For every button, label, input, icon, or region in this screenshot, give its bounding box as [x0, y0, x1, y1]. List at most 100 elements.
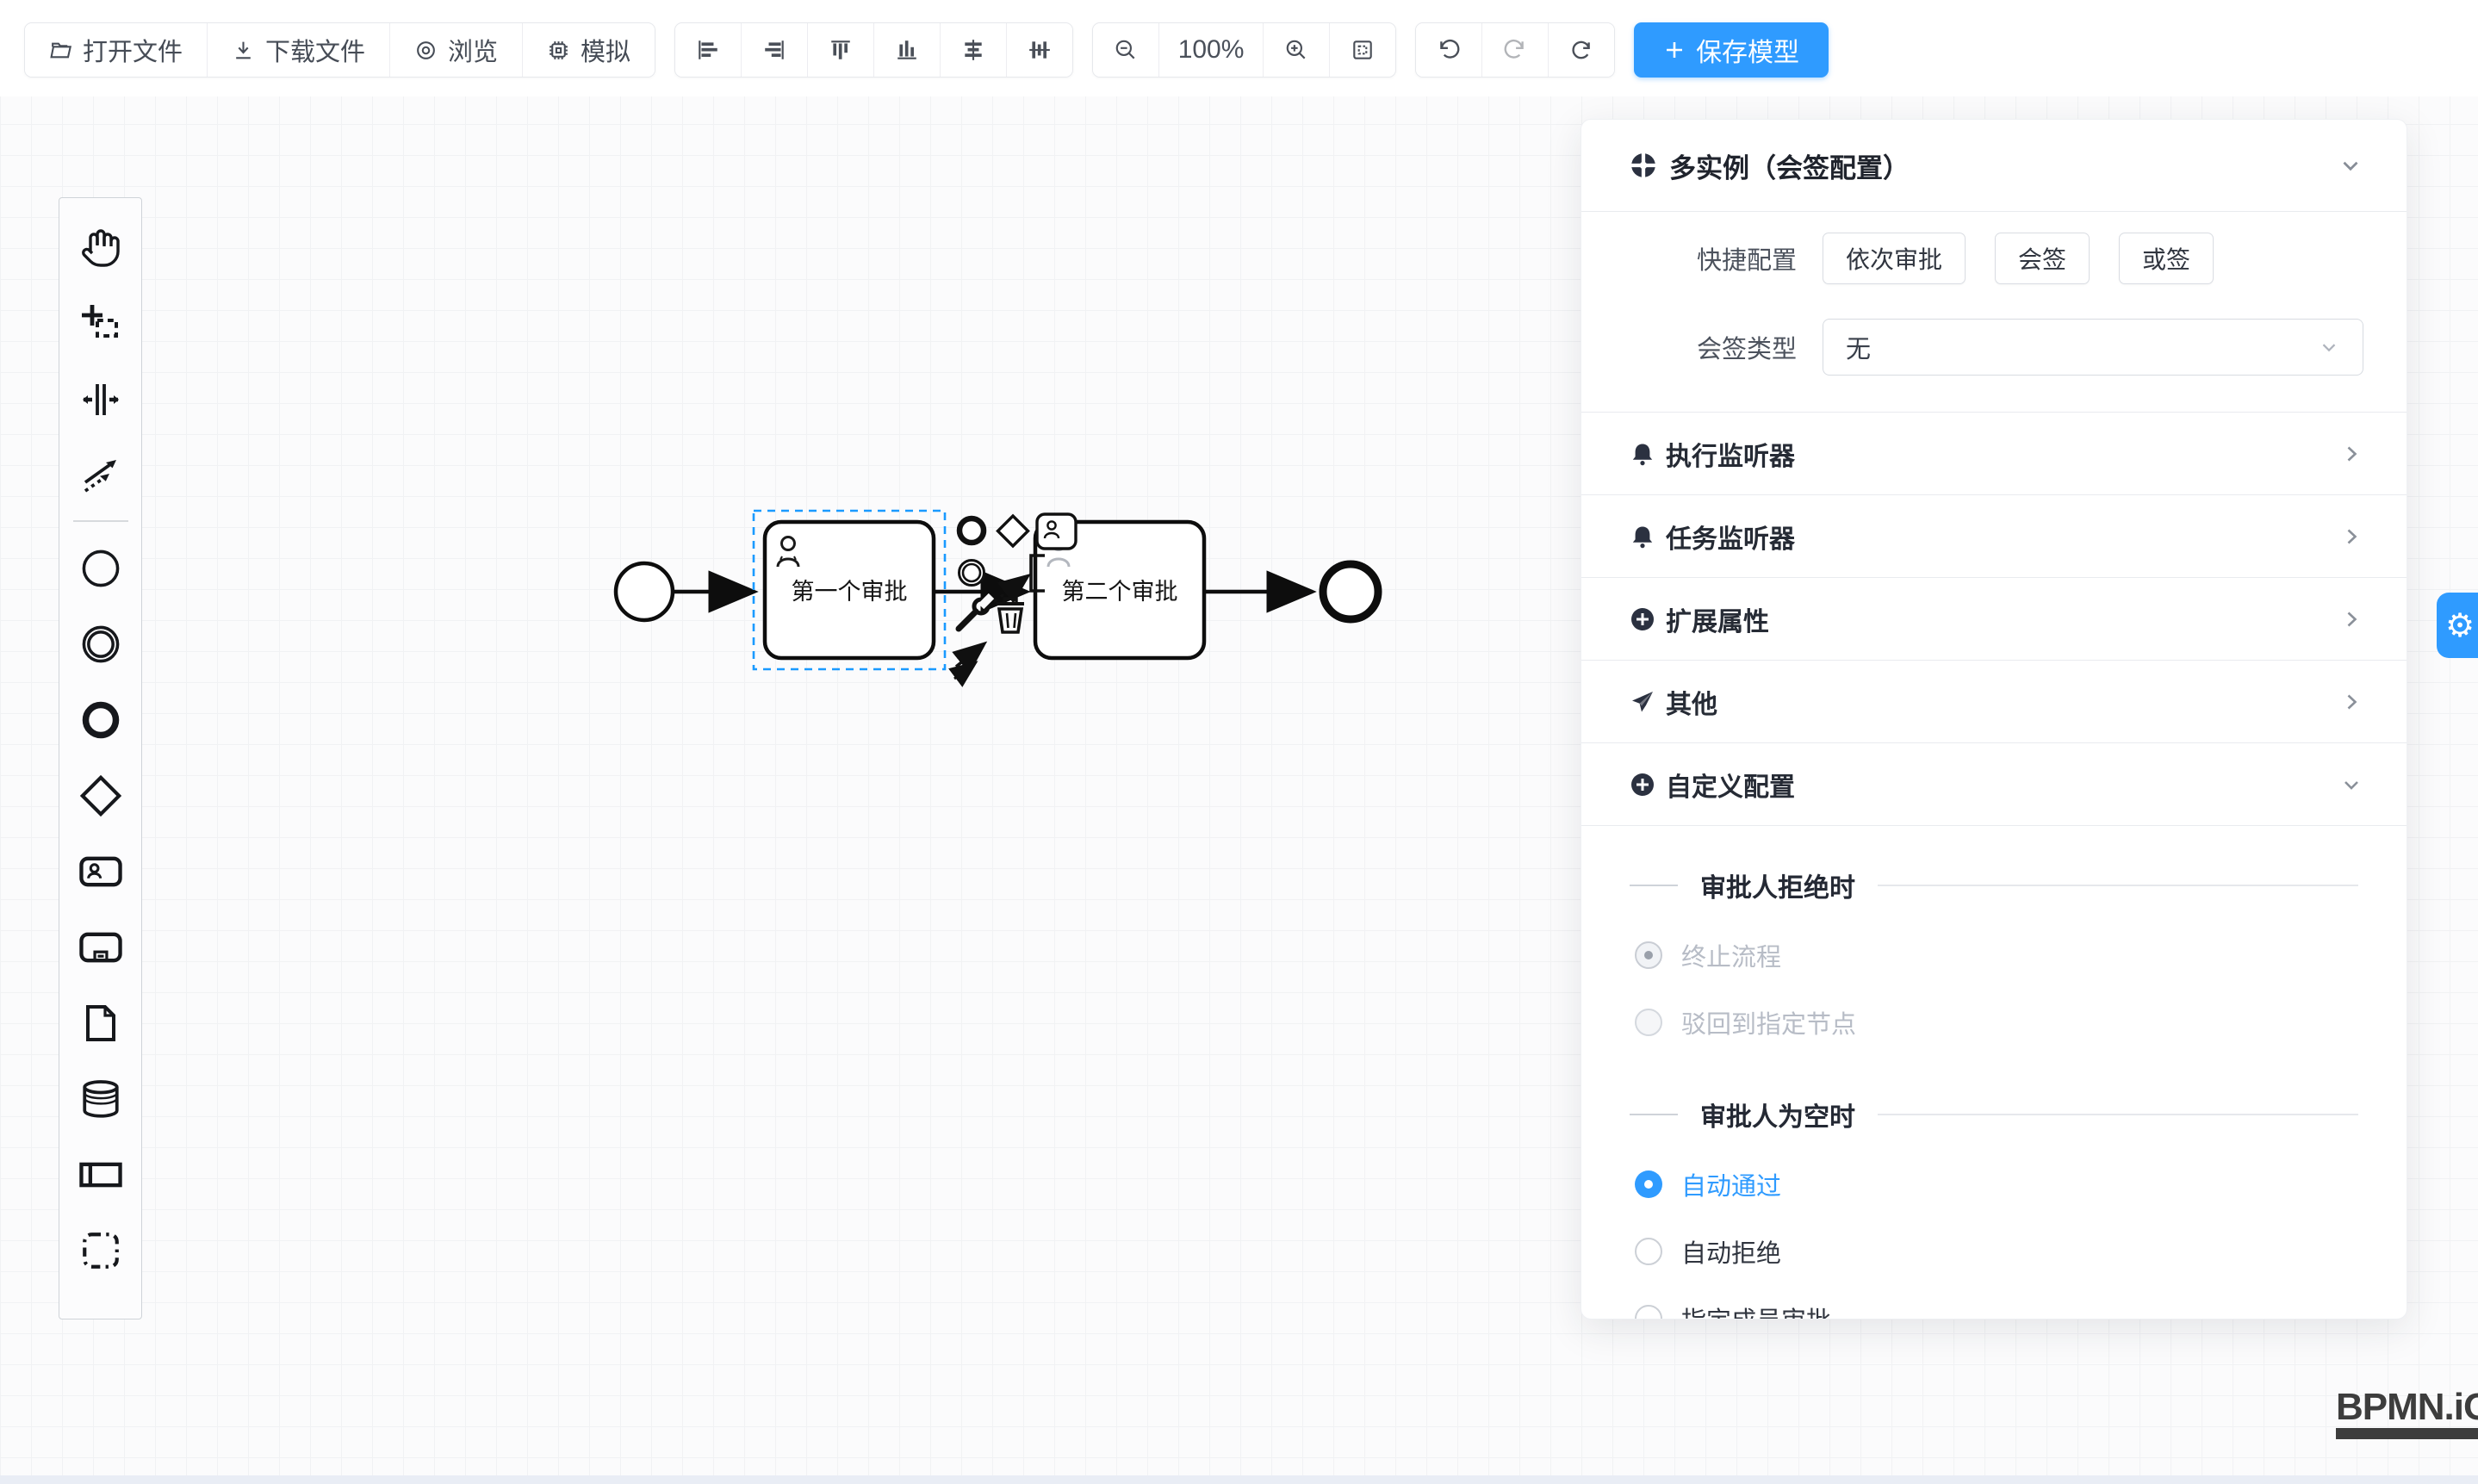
- zoom-in-button[interactable]: [1264, 23, 1330, 77]
- open-file-button[interactable]: 打开文件: [25, 23, 208, 77]
- append-user-task[interactable]: [1037, 514, 1076, 549]
- chevron-right-icon: [2339, 525, 2363, 549]
- align-left-button[interactable]: [675, 23, 742, 77]
- create-intermediate-event[interactable]: [68, 606, 134, 682]
- chevron-down-icon[interactable]: [2338, 152, 2363, 178]
- intermediate-event-icon: [79, 623, 122, 666]
- align-left-icon: [696, 38, 720, 62]
- horizontal-scrollbar[interactable]: [0, 1475, 2478, 1484]
- append-end-event[interactable]: [960, 518, 984, 543]
- palette-separator: [73, 520, 128, 522]
- radio-label: 自动通过: [1681, 1166, 1781, 1202]
- undo-button[interactable]: [1416, 23, 1482, 77]
- hand-tool[interactable]: [68, 210, 134, 286]
- fit-viewport-icon: [1351, 38, 1375, 62]
- task-first-approval[interactable]: 第一个审批: [765, 522, 934, 658]
- fit-viewport-button[interactable]: [1330, 23, 1395, 77]
- create-data-store[interactable]: [68, 1061, 134, 1137]
- align-center-vertical-button[interactable]: [1007, 23, 1072, 77]
- subprocess-icon: [78, 925, 123, 970]
- simulate-button[interactable]: 模拟: [523, 23, 655, 77]
- bpmn-io-logo[interactable]: BPMN.iO: [2336, 1388, 2478, 1439]
- create-participant[interactable]: [68, 1137, 134, 1213]
- zoom-out-button[interactable]: [1093, 23, 1159, 77]
- create-subprocess[interactable]: [68, 910, 134, 985]
- align-right-button[interactable]: [742, 23, 808, 77]
- chevron-down-icon: [2318, 336, 2340, 358]
- radio-return-to-node[interactable]: 驳回到指定节点: [1635, 1002, 2407, 1043]
- radio-auto-reject[interactable]: 自动拒绝: [1635, 1231, 2407, 1272]
- plus-circle-icon: [1630, 772, 1655, 798]
- append-intermediate-event[interactable]: [960, 561, 984, 586]
- section-task-listener[interactable]: 任务监听器: [1581, 494, 2407, 577]
- create-group[interactable]: [68, 1213, 134, 1288]
- quick-option-sequential[interactable]: 依次审批: [1823, 233, 1966, 284]
- create-end-event[interactable]: [68, 682, 134, 758]
- append-gateway[interactable]: [998, 516, 1028, 546]
- section-extended-properties[interactable]: 扩展属性: [1581, 577, 2407, 660]
- save-model-button[interactable]: 保存模型: [1634, 22, 1829, 78]
- download-file-button[interactable]: 下载文件: [208, 23, 390, 77]
- radio-assign-member[interactable]: 指定成员审批: [1635, 1298, 2407, 1319]
- align-center-horizontal-button[interactable]: [941, 23, 1007, 77]
- align-bottom-button[interactable]: [874, 23, 941, 77]
- align-toolbar-group: [674, 22, 1073, 78]
- data-object-icon: [80, 1003, 121, 1044]
- sign-type-select[interactable]: 无: [1823, 319, 2363, 376]
- reset-button[interactable]: [1549, 23, 1614, 77]
- create-data-object[interactable]: [68, 985, 134, 1061]
- radio-terminate-process[interactable]: 终止流程: [1635, 934, 2407, 976]
- create-start-event[interactable]: [68, 531, 134, 606]
- panel-title: 多实例（会签配置）: [1669, 146, 1910, 185]
- quick-config-options: 依次审批 会签 或签: [1823, 233, 2214, 284]
- align-top-button[interactable]: [808, 23, 874, 77]
- end-event-shape[interactable]: [1323, 564, 1378, 619]
- redo-button[interactable]: [1482, 23, 1549, 77]
- panel-body: 快捷配置 依次审批 会签 或签 会签类型 无 执行监听器 任务监: [1581, 212, 2407, 1319]
- radio-label: 指定成员审批: [1681, 1301, 1831, 1319]
- preview-button[interactable]: 浏览: [390, 23, 523, 77]
- end-event-icon: [79, 699, 122, 742]
- connect-tool-handle[interactable]: [954, 644, 984, 679]
- zoom-level: 100%: [1159, 23, 1264, 77]
- radio-icon: [1635, 1170, 1662, 1198]
- radio-auto-pass[interactable]: 自动通过: [1635, 1164, 2407, 1205]
- user-task-icon: [78, 849, 123, 894]
- toolbar: 打开文件 下载文件 浏览 模拟: [24, 22, 1829, 78]
- radio-label: 驳回到指定节点: [1681, 1004, 1856, 1040]
- multi-instance-icon: [1630, 152, 1657, 179]
- quick-option-countersign[interactable]: 会签: [1995, 233, 2090, 284]
- quick-config-row: 快捷配置 依次审批 会签 或签: [1581, 233, 2363, 284]
- download-icon: [232, 39, 255, 62]
- section-custom-config[interactable]: 自定义配置: [1581, 742, 2407, 826]
- create-gateway[interactable]: [68, 758, 134, 834]
- section-execution-listener[interactable]: 执行监听器: [1581, 412, 2407, 494]
- palette: [59, 197, 142, 1319]
- align-right-icon: [762, 38, 786, 62]
- global-connect-tool[interactable]: [68, 438, 134, 513]
- trash-delete[interactable]: [997, 599, 1024, 632]
- start-event-icon: [79, 547, 122, 590]
- panel-header[interactable]: 多实例（会签配置）: [1581, 120, 2407, 212]
- file-toolbar-group: 打开文件 下载文件 浏览 模拟: [24, 22, 655, 78]
- wrench-change-type[interactable]: [959, 596, 991, 629]
- settings-toggle-tab[interactable]: ⚙: [2437, 593, 2478, 658]
- zoom-out-icon: [1114, 38, 1138, 62]
- folder-open-icon: [49, 39, 72, 62]
- chevron-right-icon: [2339, 607, 2363, 631]
- button-label: 下载文件: [265, 32, 365, 68]
- redo-icon: [1503, 38, 1527, 62]
- chevron-right-icon: [2339, 442, 2363, 466]
- radio-icon: [1635, 1238, 1662, 1265]
- sign-type-value: 无: [1846, 329, 1871, 365]
- lasso-tool[interactable]: [68, 286, 134, 362]
- connect-icon: [80, 455, 121, 496]
- data-store-icon: [79, 1077, 122, 1121]
- section-label: 执行监听器: [1666, 435, 1795, 473]
- section-other[interactable]: 其他: [1581, 660, 2407, 742]
- quick-option-orsign[interactable]: 或签: [2119, 233, 2214, 284]
- create-user-task[interactable]: [68, 834, 134, 910]
- space-tool[interactable]: [68, 362, 134, 438]
- start-event-shape[interactable]: [616, 563, 673, 620]
- sign-type-row: 会签类型 无: [1581, 319, 2363, 376]
